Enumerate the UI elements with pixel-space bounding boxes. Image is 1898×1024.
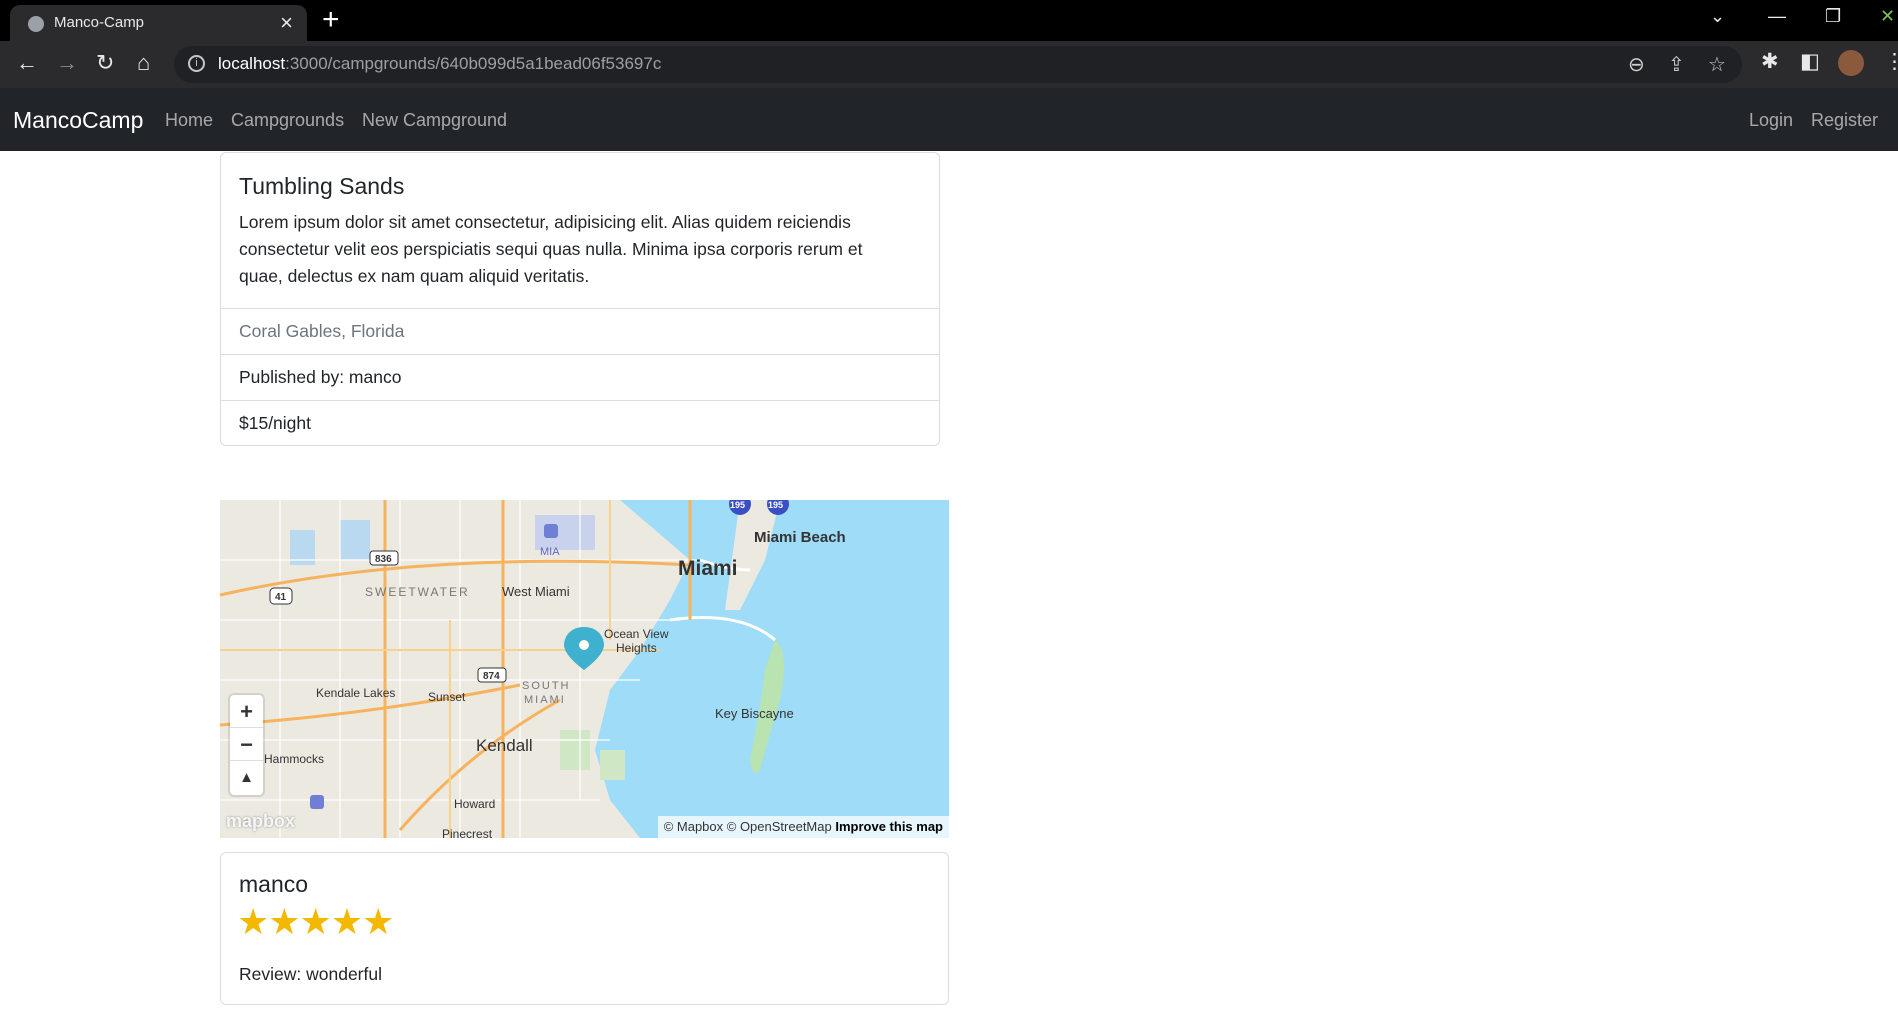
map-label-sunset: Sunset (428, 690, 466, 704)
zoom-in-button[interactable]: + (230, 695, 263, 728)
shield-195b-label: 195 (768, 500, 783, 510)
map-label-key-biscayne: Key Biscayne (715, 706, 794, 721)
map-label-mia: MIA (540, 546, 560, 558)
campground-map[interactable]: 836 41 874 195 195 Miami Miami Beach MIA… (220, 500, 949, 838)
map-zoom-control: + − ▲ (230, 695, 263, 795)
shield-836-label: 836 (375, 554, 392, 565)
review-card: manco ★★★★★ Review: wonderful (220, 852, 949, 1005)
map-label-kendale-lakes: Kendale Lakes (316, 686, 395, 700)
nav-link-new-campground[interactable]: New Campground (362, 110, 507, 131)
star-rating: ★★★★★ (237, 901, 394, 942)
map-attribution: © Mapbox © OpenStreetMap Improve this ma… (657, 816, 949, 838)
map-label-south-miami-2: MIAMI (524, 694, 566, 706)
map-label-sweetwater: SWEETWATER (365, 585, 470, 599)
home-icon[interactable]: ⌂ (137, 50, 150, 76)
new-tab-icon[interactable]: + (322, 3, 340, 37)
address-bar[interactable]: i localhost:3000/campgrounds/640b099d5a1… (174, 46, 1742, 83)
map-marker-icon[interactable] (564, 627, 604, 670)
app-navbar: MancoCamp Home Campgrounds New Campgroun… (0, 88, 1898, 151)
back-icon[interactable]: ← (16, 50, 38, 76)
nav-link-home[interactable]: Home (165, 110, 213, 131)
review-author: manco (239, 871, 309, 897)
nav-link-campgrounds[interactable]: Campgrounds (231, 110, 344, 131)
share-icon[interactable]: ⇪ (1668, 52, 1685, 77)
extensions-icon[interactable]: ✱ (1761, 49, 1779, 74)
reload-icon[interactable]: ↻ (96, 50, 114, 76)
menu-icon[interactable]: ⋮ (1884, 49, 1898, 74)
zoom-icon[interactable]: ⊖ (1628, 52, 1645, 77)
campground-location: Coral Gables, Florida (221, 308, 939, 354)
map-label-pinecrest: Pinecrest (442, 827, 493, 838)
map-label-hammocks: Hammocks (264, 752, 324, 766)
browser-toolbar: ← → ↻ ⌂ i localhost:3000/campgrounds/640… (0, 41, 1898, 88)
close-window-icon[interactable]: ✕ (1880, 6, 1895, 27)
nav-link-register[interactable]: Register (1811, 110, 1878, 131)
map-label-miami-beach: Miami Beach (754, 529, 846, 546)
navbar-brand[interactable]: MancoCamp (13, 107, 143, 134)
map-label-kendall: Kendall (476, 736, 533, 755)
browser-tab-bar: Manco-Camp × + ⌄ — ❐ ✕ (0, 0, 1898, 41)
map-label-south-miami-1: SOUTH (522, 680, 571, 692)
map-label-west-miami: West Miami (502, 584, 570, 599)
map-label-miami: Miami (678, 557, 738, 580)
globe-icon (28, 16, 44, 32)
campground-price: $15/night (221, 400, 939, 446)
shield-874-label: 874 (483, 671, 500, 682)
site-info-icon[interactable]: i (188, 55, 205, 72)
minimize-icon[interactable]: — (1768, 6, 1786, 27)
bookmark-star-icon[interactable]: ☆ (1708, 52, 1726, 77)
map-label-howard: Howard (454, 797, 495, 811)
campground-card: Tumbling Sands Lorem ipsum dolor sit ame… (220, 152, 940, 446)
map-canvas: 836 41 874 195 195 Miami Miami Beach MIA… (220, 500, 949, 838)
restore-icon[interactable]: ❐ (1825, 6, 1841, 27)
compass-button[interactable]: ▲ (230, 761, 263, 794)
nav-link-login[interactable]: Login (1749, 110, 1793, 131)
close-tab-icon[interactable]: × (280, 10, 293, 36)
forward-icon[interactable]: → (56, 50, 78, 76)
campground-description: Lorem ipsum dolor sit amet consectetur, … (239, 212, 863, 286)
shield-195a-label: 195 (730, 500, 745, 510)
tab-title: Manco-Camp (54, 14, 145, 31)
map-label-ocean-view-1: Ocean View (604, 627, 669, 641)
tab-search-icon[interactable]: ⌄ (1710, 6, 1725, 27)
profile-avatar[interactable] (1838, 50, 1864, 76)
shield-41-label: 41 (275, 592, 287, 603)
mapbox-logo[interactable]: mapbox (226, 811, 295, 832)
url-text[interactable]: localhost:3000/campgrounds/640b099d5a1be… (218, 54, 661, 74)
map-label-ocean-view-2: Heights (616, 641, 657, 655)
side-panel-icon[interactable]: ◧ (1800, 49, 1820, 74)
zoom-out-button[interactable]: − (230, 728, 263, 761)
improve-map-link[interactable]: Improve this map (835, 819, 943, 834)
campground-title: Tumbling Sands (239, 173, 405, 199)
campground-author: Published by: manco (221, 354, 939, 400)
attribution-text[interactable]: © Mapbox © OpenStreetMap (664, 819, 832, 834)
browser-tab[interactable]: Manco-Camp × (10, 5, 307, 41)
review-text: Review: wonderful (239, 964, 382, 984)
